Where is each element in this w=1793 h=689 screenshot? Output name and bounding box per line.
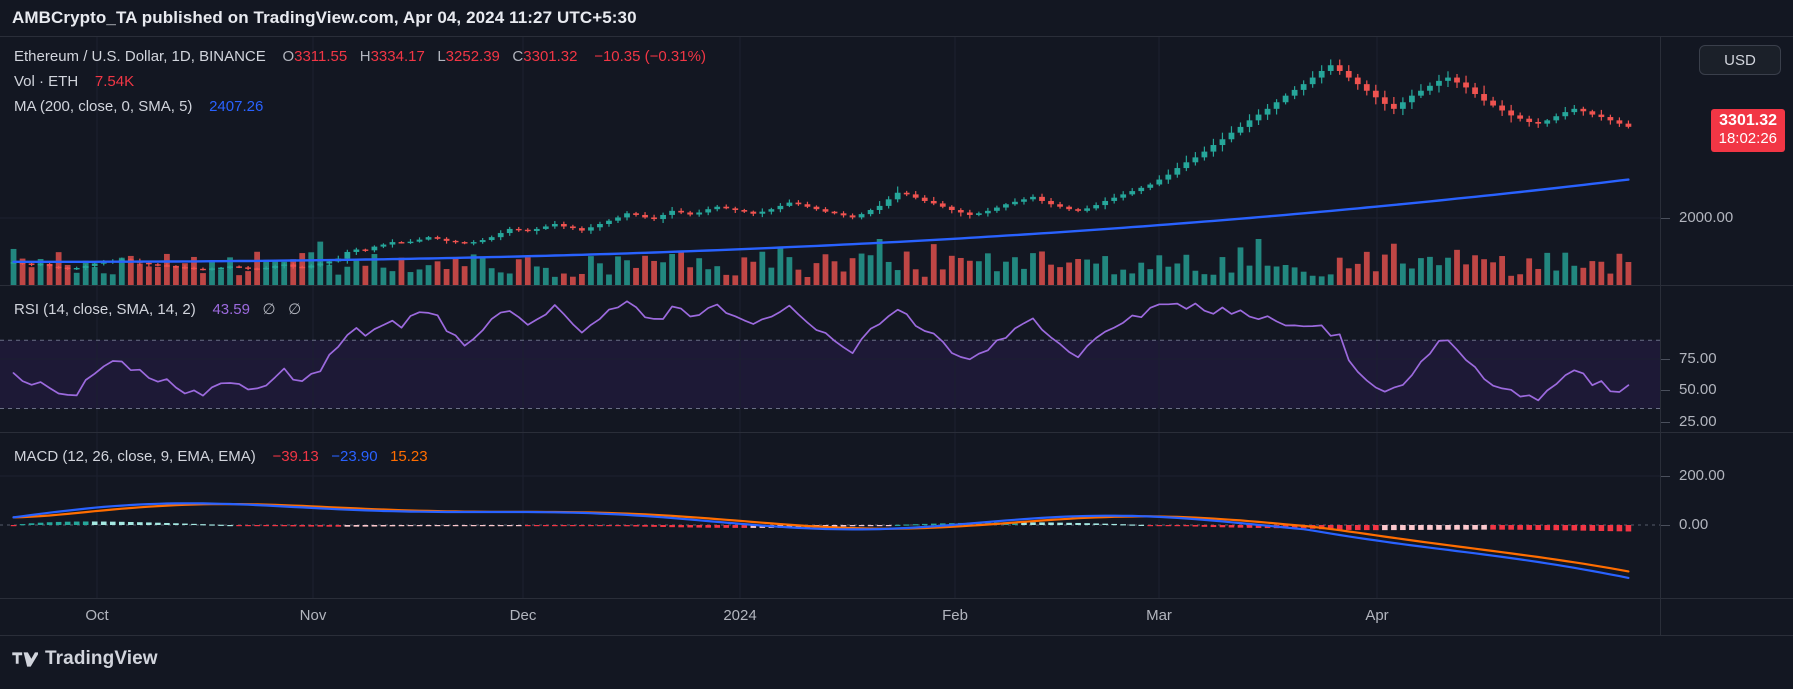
volume-legend[interactable]: Vol · ETH 7.54K (14, 70, 134, 94)
rsi-axis-tick-50 (1661, 390, 1670, 391)
tradingview-chart-screenshot: AMBCrypto_TA published on TradingView.co… (0, 0, 1793, 689)
macd-legend-hist-value: 15.23 (390, 448, 428, 465)
symbol-title: Ethereum / U.S. Dollar, 1D, BINANCE (14, 48, 266, 65)
time-label-dec: Dec (509, 607, 537, 624)
time-label-nov: Nov (299, 607, 327, 624)
macd-pane[interactable]: 200.00 0.00 MACD (12, 26, close, 9, EMA,… (0, 433, 1793, 599)
price-axis-label-2000: 2000.00 (1679, 209, 1734, 226)
macd-legend-label: MACD (12, 26, close, 9, EMA, EMA) (14, 448, 256, 465)
rsi-legend[interactable]: RSI (14, close, SMA, 14, 2) 43.59 ∅ ∅ (14, 298, 301, 322)
tradingview-logo[interactable]: TradingView (12, 648, 158, 670)
rsi-axis-label-50: 50.00 (1679, 381, 1717, 398)
price-axis-tick (1661, 218, 1670, 219)
open-key: O (282, 48, 295, 65)
macd-axis-label-200: 200.00 (1679, 467, 1725, 484)
time-label-2024: 2024 (723, 607, 757, 624)
rsi-axis-tick-25 (1661, 422, 1670, 423)
time-axis-corner (1660, 599, 1793, 635)
macd-axis-tick-0 (1661, 525, 1670, 526)
rsi-legend-extra-1: ∅ (262, 301, 276, 318)
rsi-legend-label: RSI (14, close, SMA, 14, 2) (14, 301, 196, 318)
tradingview-wordmark: TradingView (45, 648, 158, 669)
time-axis[interactable]: Oct Nov Dec 2024 Feb Mar Apr (0, 598, 1793, 636)
volume-legend-label: Vol · ETH (14, 73, 79, 90)
ma-legend-value: 2407.26 (209, 98, 264, 115)
low-key: L (437, 48, 446, 65)
byline-text: AMBCrypto_TA published on TradingView.co… (12, 8, 637, 27)
macd-legend[interactable]: MACD (12, 26, close, 9, EMA, EMA) −39.13… (14, 445, 428, 469)
rsi-pane[interactable]: 75.00 50.00 25.00 RSI (14, close, SMA, 1… (0, 286, 1793, 432)
low-value: 3252.39 (445, 48, 500, 65)
last-price-value: 3301.32 (1719, 112, 1777, 129)
chart-frame: USD 3301.32 18:02:26 2000.00 Ethereum / … (0, 36, 1793, 599)
macd-legend-signal-value: −23.90 (331, 448, 378, 465)
macd-axis-tick-200 (1661, 476, 1670, 477)
time-label-feb: Feb (942, 607, 968, 624)
macd-legend-macd-value: −39.13 (272, 448, 319, 465)
time-label-oct: Oct (85, 607, 109, 624)
rsi-axis-label-25: 25.00 (1679, 413, 1717, 430)
time-label-apr: Apr (1365, 607, 1389, 624)
price-pane[interactable]: USD 3301.32 18:02:26 2000.00 Ethereum / … (0, 37, 1793, 285)
ma-legend[interactable]: MA (200, close, 0, SMA, 5) 2407.26 (14, 95, 263, 119)
symbol-legend[interactable]: Ethereum / U.S. Dollar, 1D, BINANCE O331… (14, 45, 706, 69)
volume-legend-value: 7.54K (94, 73, 135, 90)
time-label-mar: Mar (1146, 607, 1172, 624)
macd-axis-label-0: 0.00 (1679, 516, 1709, 533)
last-price-tag: 3301.32 18:02:26 (1710, 109, 1785, 152)
change-value: −10.35 (−0.31%) (594, 48, 706, 65)
high-key: H (359, 48, 371, 65)
rsi-axis[interactable]: 75.00 50.00 25.00 (1660, 286, 1793, 432)
high-value: 3334.17 (370, 48, 425, 65)
close-key: C (512, 48, 524, 65)
open-value: 3311.55 (294, 48, 348, 65)
tradingview-mark-icon (12, 651, 38, 668)
price-plot-area[interactable] (0, 37, 1660, 285)
price-candlestick-svg (0, 37, 1660, 285)
rsi-axis-label-75: 75.00 (1679, 350, 1717, 367)
rsi-axis-tick-75 (1661, 359, 1670, 360)
ma-legend-label: MA (200, close, 0, SMA, 5) (14, 98, 193, 115)
macd-axis[interactable]: 200.00 0.00 (1660, 433, 1793, 599)
rsi-legend-extra-2: ∅ (288, 301, 302, 318)
price-axis[interactable]: USD 3301.32 18:02:26 2000.00 (1660, 37, 1793, 285)
currency-badge[interactable]: USD (1699, 45, 1781, 75)
rsi-legend-value: 43.59 (212, 301, 250, 318)
countdown-timer: 18:02:26 (1718, 130, 1777, 147)
close-value: 3301.32 (523, 48, 578, 65)
